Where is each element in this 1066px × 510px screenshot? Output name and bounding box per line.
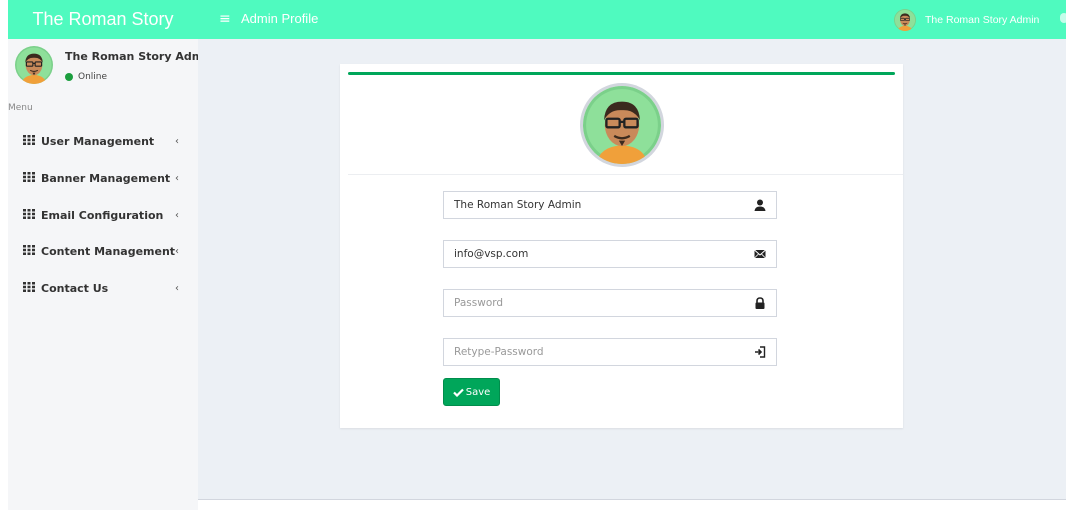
chevron-left-icon: ‹ — [175, 282, 179, 294]
sidebar-item-label: User Management — [41, 134, 155, 148]
sidebar-item-contact-us[interactable]: Contact Us ‹ — [8, 270, 198, 306]
grid-icon — [23, 135, 35, 145]
sidebar-item-content-management[interactable]: Content Management ‹ — [8, 233, 198, 269]
chevron-left-icon: ‹ — [175, 172, 179, 184]
envelope-icon — [754, 249, 766, 259]
card-accent-bar — [348, 72, 895, 75]
grid-icon — [23, 245, 35, 255]
sidebar-toggle-icon[interactable]: ≡ — [219, 9, 231, 29]
sidebar-user-name: The Roman Story Admin — [65, 50, 215, 63]
profile-card: Save — [340, 64, 903, 428]
save-button-label: Save — [465, 386, 491, 398]
top-navbar: The Roman Story ≡ Admin Profile The Roma… — [8, 0, 1066, 39]
grid-icon — [23, 209, 35, 219]
sidebar-item-label: Contact Us — [41, 281, 109, 295]
chevron-left-icon: ‹ — [175, 245, 179, 257]
settings-toggle-icon[interactable] — [1060, 13, 1066, 23]
email-field — [443, 240, 777, 268]
profile-avatar — [580, 83, 664, 167]
chevron-left-icon: ‹ — [175, 209, 179, 221]
sidebar-item-user-management[interactable]: User Management ‹ — [8, 123, 198, 159]
password-field — [443, 289, 777, 317]
menu-header: Menu — [8, 103, 33, 113]
avatar — [894, 9, 916, 31]
user-icon — [754, 199, 766, 211]
check-icon — [452, 388, 464, 397]
sidebar-item-email-configuration[interactable]: Email Configuration ‹ — [8, 197, 198, 233]
status-text: Online — [78, 72, 108, 82]
email-input[interactable] — [444, 241, 744, 267]
card-divider — [348, 174, 903, 175]
retype-password-input[interactable] — [444, 339, 744, 365]
save-button[interactable]: Save — [443, 378, 500, 406]
grid-icon — [23, 172, 35, 182]
chevron-left-icon: ‹ — [175, 135, 179, 147]
brand-logo[interactable]: The Roman Story — [8, 0, 198, 39]
grid-icon — [23, 282, 35, 292]
sidebar-item-banner-management[interactable]: Banner Management ‹ — [8, 160, 198, 196]
password-input[interactable] — [444, 290, 744, 316]
name-field — [443, 191, 777, 219]
avatar — [15, 46, 53, 84]
login-icon — [755, 346, 766, 358]
user-menu-name: The Roman Story Admin — [925, 13, 1040, 26]
retype-password-field — [443, 338, 777, 366]
sidebar-user-panel: The Roman Story Admin Online — [8, 39, 215, 94]
sidebar: The Roman Story Admin Online Menu User M… — [8, 39, 215, 510]
name-input[interactable] — [444, 192, 744, 218]
page-title: Admin Profile — [241, 11, 319, 26]
sidebar-item-label: Content Management — [41, 244, 176, 258]
status-badge: Online — [65, 72, 107, 82]
lock-icon — [755, 297, 765, 309]
sidebar-item-label: Banner Management — [41, 171, 171, 185]
online-dot-icon — [65, 73, 73, 81]
footer-divider — [198, 499, 1066, 500]
sidebar-item-label: Email Configuration — [41, 208, 164, 222]
user-menu[interactable]: The Roman Story Admin — [894, 0, 1039, 39]
